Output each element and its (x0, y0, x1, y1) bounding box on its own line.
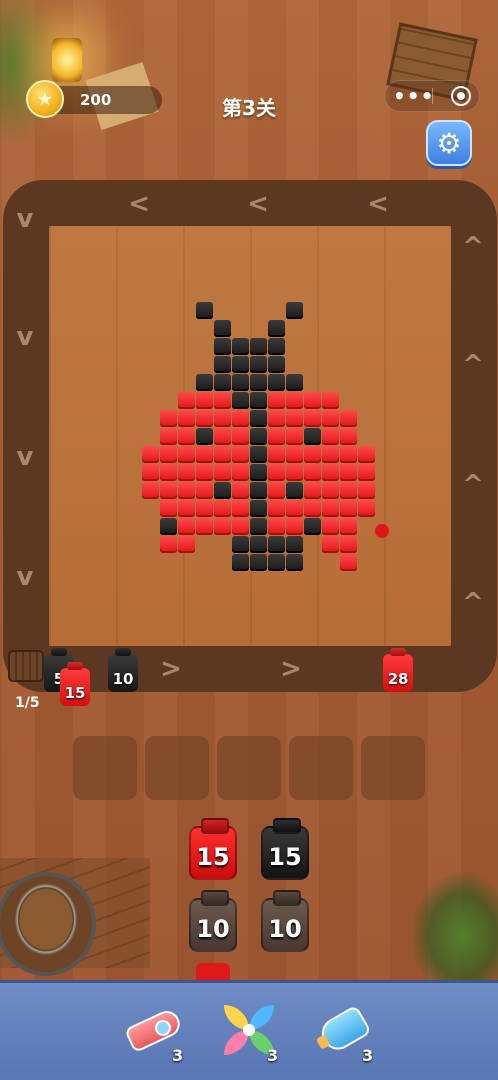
lantern-decoration (52, 38, 82, 82)
shooter-value: 10 (112, 670, 134, 688)
close-target-icon[interactable] (451, 86, 471, 106)
queue-shooter-locked: 10 (261, 898, 309, 952)
track-arrow-right-icon: > (280, 654, 302, 684)
shooter-value: 15 (64, 684, 86, 702)
track-shooter: 15 (60, 668, 90, 706)
queue-shooter-value: 10 (196, 915, 230, 943)
track-arrow-up-icon: ^ (462, 470, 484, 500)
game-board (49, 226, 451, 646)
track-arrow-up-icon: ^ (462, 588, 484, 618)
rocket-count: 3 (172, 1046, 184, 1065)
track-arrow-left-icon: < (247, 189, 269, 219)
pixel-fragment (375, 524, 389, 538)
track-arrow-down-icon: v (16, 562, 34, 592)
empty-slot (217, 736, 281, 800)
shooter-counter: 1/5 (15, 695, 40, 711)
queue-shooter-value: 10 (268, 915, 302, 943)
track-shooter: 10 (108, 654, 138, 692)
queue-shooter-value: 15 (268, 843, 302, 871)
track-arrow-left-icon: < (128, 189, 150, 219)
queue-shooter-locked: 10 (189, 898, 237, 952)
track-arrow-up-icon: ^ (462, 350, 484, 380)
queue-shooter[interactable]: 15 (261, 826, 309, 880)
track-arrow-up-icon: ^ (462, 232, 484, 262)
barrel-decoration (0, 872, 96, 976)
track-arrow-left-icon: < (367, 189, 389, 219)
empty-slot (289, 736, 353, 800)
queue-shooter[interactable]: 15 (189, 826, 237, 880)
shooter-value: 28 (387, 670, 409, 688)
track-arrow-down-icon: v (16, 442, 34, 472)
track-arrow-down-icon: v (16, 204, 34, 234)
track-shooter: 28 (383, 654, 413, 692)
track-arrow-down-icon: v (16, 322, 34, 352)
queue-shooter-peek (196, 963, 230, 980)
empty-slot (145, 736, 209, 800)
queue-shooter-value: 15 (196, 843, 230, 871)
empty-slot (73, 736, 137, 800)
pinwheel-count: 3 (267, 1046, 279, 1065)
track-arrow-right-icon: > (160, 654, 182, 684)
plant-decoration (410, 870, 498, 980)
bottle-count: 3 (362, 1046, 374, 1065)
settings-button[interactable]: ⚙ (426, 120, 472, 166)
shooter-dispenser (8, 650, 44, 682)
empty-slot (361, 736, 425, 800)
capsule-divider (432, 88, 433, 104)
gear-icon: ⚙ (436, 126, 462, 160)
more-menu-icon[interactable]: ••• (393, 84, 434, 108)
